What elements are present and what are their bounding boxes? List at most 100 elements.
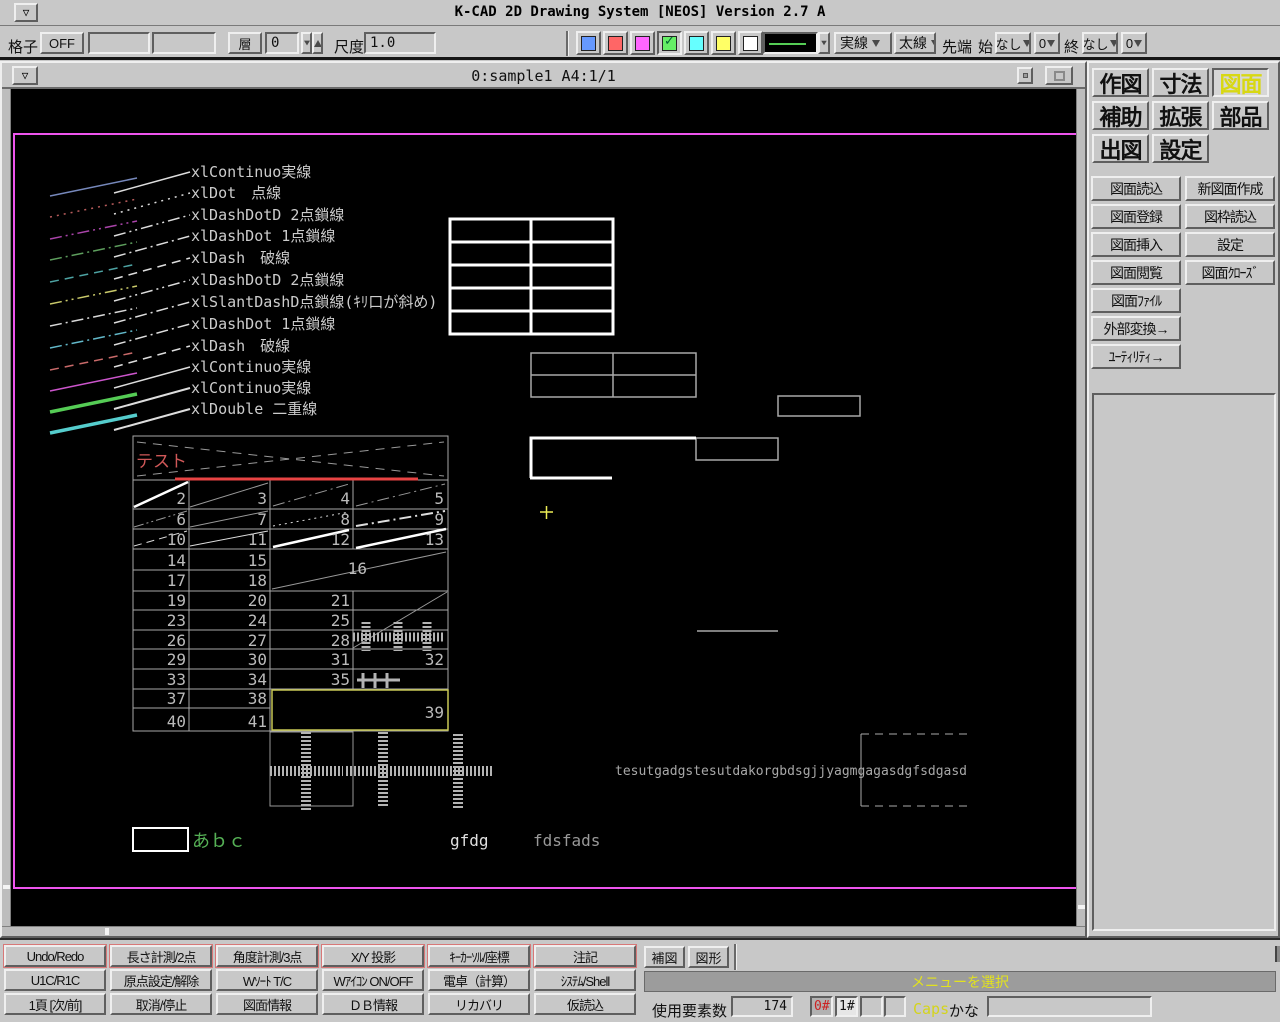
main-menu-図面[interactable]: 図面 — [1212, 68, 1269, 97]
arrow-down-icon — [821, 41, 827, 45]
pen1-field[interactable]: 1# — [835, 996, 858, 1017]
linestyle-picker-button[interactable] — [818, 32, 830, 54]
sample-line — [50, 264, 137, 282]
table-cell-number: 18 — [248, 571, 267, 590]
tip-start-label: 始 — [978, 36, 993, 57]
linetype-dropdown[interactable]: 実線 — [834, 32, 892, 54]
table-cell-number: 38 — [248, 689, 267, 708]
submenu-right-0[interactable]: 新図面作成 — [1185, 176, 1275, 201]
submenu-left-6[interactable]: ﾕｰﾃｨﾘﾃｨ→ — [1091, 344, 1181, 369]
bottom-button-r2c2[interactable]: 図面情報 — [216, 993, 318, 1015]
main-menu-拡張[interactable]: 拡張 — [1152, 101, 1209, 130]
drawing-canvas-svg: xlContinuo実線xlDot 点線xlDashDotD 2点鎖線xlDas… — [11, 89, 1078, 928]
table-cell-number: 11 — [248, 530, 267, 549]
bottom-button-r0c4[interactable]: ｷｰｶｰｿﾙ/座標 — [428, 945, 530, 967]
bottom-button-r1c3[interactable]: Wｱｲｺﾝ ON/OFF — [322, 969, 424, 991]
drawing-window-title: 0:sample1 A4:1/1 — [2, 67, 1085, 85]
bottom-button-r1c0[interactable]: U1C/R1C — [4, 969, 106, 991]
sample-label: xlContinuo実線 — [191, 163, 311, 181]
submenu-left-1[interactable]: 図面登録 — [1091, 204, 1181, 229]
canvas-bottom-scrollbar[interactable] — [2, 926, 1085, 936]
yellow-selection-rect — [272, 690, 448, 730]
color-swatch-5[interactable] — [711, 31, 736, 55]
scrollbar-thumb[interactable] — [105, 928, 109, 935]
submenu-left-0[interactable]: 図面読込 — [1091, 176, 1181, 201]
tip-start-type-dropdown[interactable]: なし — [995, 32, 1031, 54]
canvas-left-scrollbar[interactable] — [2, 89, 11, 926]
tip-start-size-dropdown[interactable]: 0 — [1034, 32, 1060, 54]
tip-end-type-dropdown[interactable]: なし — [1082, 32, 1118, 54]
aux-button-0[interactable]: 補図 — [644, 946, 685, 968]
scrollbar-thumb[interactable] — [1078, 905, 1085, 909]
bottom-button-r1c5[interactable]: ｼｽﾃﾑ/Shell — [534, 969, 636, 991]
main-menu-出図[interactable]: 出図 — [1092, 134, 1149, 163]
table-cell-number: 4 — [340, 489, 350, 508]
submenu-left-4[interactable]: 図面ﾌｧｲﾙ — [1091, 288, 1181, 313]
submenu-left-3[interactable]: 図面閲覧 — [1091, 260, 1181, 285]
bottom-button-r0c1[interactable]: 長さ計測/2点 — [110, 945, 212, 967]
main-menu-部品[interactable]: 部品 — [1212, 101, 1269, 130]
color-swatch-fill — [635, 36, 650, 51]
table-cell-number: 33 — [167, 670, 186, 689]
usage-label: 使用要素数 — [652, 1000, 727, 1021]
table-cell-number: 16 — [348, 559, 367, 578]
canvas-right-scrollbar[interactable] — [1076, 89, 1085, 926]
bottom-button-r2c0[interactable]: 1頁 [次/前] — [4, 993, 106, 1015]
bottom-button-r2c3[interactable]: ＤＢ情報 — [322, 993, 424, 1015]
color-swatch-0[interactable] — [576, 31, 601, 55]
lineweight-dropdown[interactable]: 太線 — [894, 32, 936, 54]
main-menu-寸法[interactable]: 寸法 — [1152, 68, 1209, 97]
small-white-box — [133, 828, 188, 851]
drawing-minimize-button[interactable] — [1017, 67, 1033, 84]
scrollbar-thumb[interactable] — [3, 885, 10, 889]
main-menu-grid: 作図寸法図面補助拡張部品出図設定 — [1092, 68, 1269, 163]
sample-line — [50, 308, 137, 326]
pen0-field[interactable]: 0# — [810, 996, 833, 1017]
empty-field-2[interactable] — [884, 996, 906, 1017]
color-swatch-1[interactable] — [603, 31, 628, 55]
main-menu-作図[interactable]: 作図 — [1092, 68, 1149, 97]
bottom-button-r1c4[interactable]: 電卓（計算） — [428, 969, 530, 991]
bottom-button-r0c3[interactable]: X/Y 投影 — [322, 945, 424, 967]
bottom-button-r1c1[interactable]: 原点設定/解除 — [110, 969, 212, 991]
tip-label: 先端 — [942, 36, 972, 57]
aux-button-1[interactable]: 図形 — [688, 946, 729, 968]
bottom-button-r1c2[interactable]: Wｿｰﾄ T/C — [216, 969, 318, 991]
layer-down-button[interactable] — [301, 32, 312, 54]
toolbar-field-1[interactable] — [88, 32, 150, 54]
toolbar-field-2[interactable] — [152, 32, 216, 54]
bottom-button-r0c2[interactable]: 角度計測/3点 — [216, 945, 318, 967]
submenu-right-1[interactable]: 図枠読込 — [1185, 204, 1275, 229]
bottom-button-r2c4[interactable]: リカバリ — [428, 993, 530, 1015]
layer-value-field[interactable]: 0 — [265, 32, 299, 54]
layer-button[interactable]: 層 — [228, 32, 262, 54]
tip-end-size-dropdown[interactable]: 0 — [1121, 32, 1147, 54]
sample-line — [50, 286, 137, 304]
grid-toggle-button[interactable]: OFF — [40, 32, 84, 54]
bottom-button-r2c5[interactable]: 仮読込 — [534, 993, 636, 1015]
submenu-left-5[interactable]: 外部変換→ — [1091, 316, 1181, 341]
table-cell-number: 12 — [331, 530, 350, 549]
drawing-maximize-button[interactable] — [1045, 66, 1073, 85]
layer-up-button[interactable] — [312, 32, 323, 54]
input-field[interactable] — [987, 996, 1152, 1017]
main-menu-設定[interactable]: 設定 — [1152, 134, 1209, 163]
bottom-button-r0c0[interactable]: Undo/Redo — [4, 945, 106, 967]
color-swatch-2[interactable] — [630, 31, 655, 55]
color-swatch-6[interactable] — [738, 31, 763, 55]
arrow-down-icon — [304, 41, 310, 46]
table-cell-number: 39 — [425, 703, 444, 722]
tip-end-size-value: 0 — [1126, 36, 1133, 51]
main-menu-補助[interactable]: 補助 — [1092, 101, 1149, 130]
drawing-canvas[interactable]: xlContinuo実線xlDot 点線xlDashDotD 2点鎖線xlDas… — [11, 89, 1078, 928]
bottom-button-r0c5[interactable]: 注記 — [534, 945, 636, 967]
hatch-patterns — [270, 622, 494, 810]
submenu-right-2[interactable]: 設定 — [1185, 232, 1275, 257]
color-swatch-3[interactable]: ✓ — [657, 31, 682, 55]
submenu-right-3[interactable]: 図面ｸﾛｰｽﾞ — [1185, 260, 1275, 285]
bottom-button-r2c1[interactable]: 取消/停止 — [110, 993, 212, 1015]
submenu-left-2[interactable]: 図面挿入 — [1091, 232, 1181, 257]
scale-value-field[interactable]: 1.0 — [364, 32, 436, 54]
color-swatch-4[interactable] — [684, 31, 709, 55]
empty-field-1[interactable] — [860, 996, 883, 1017]
